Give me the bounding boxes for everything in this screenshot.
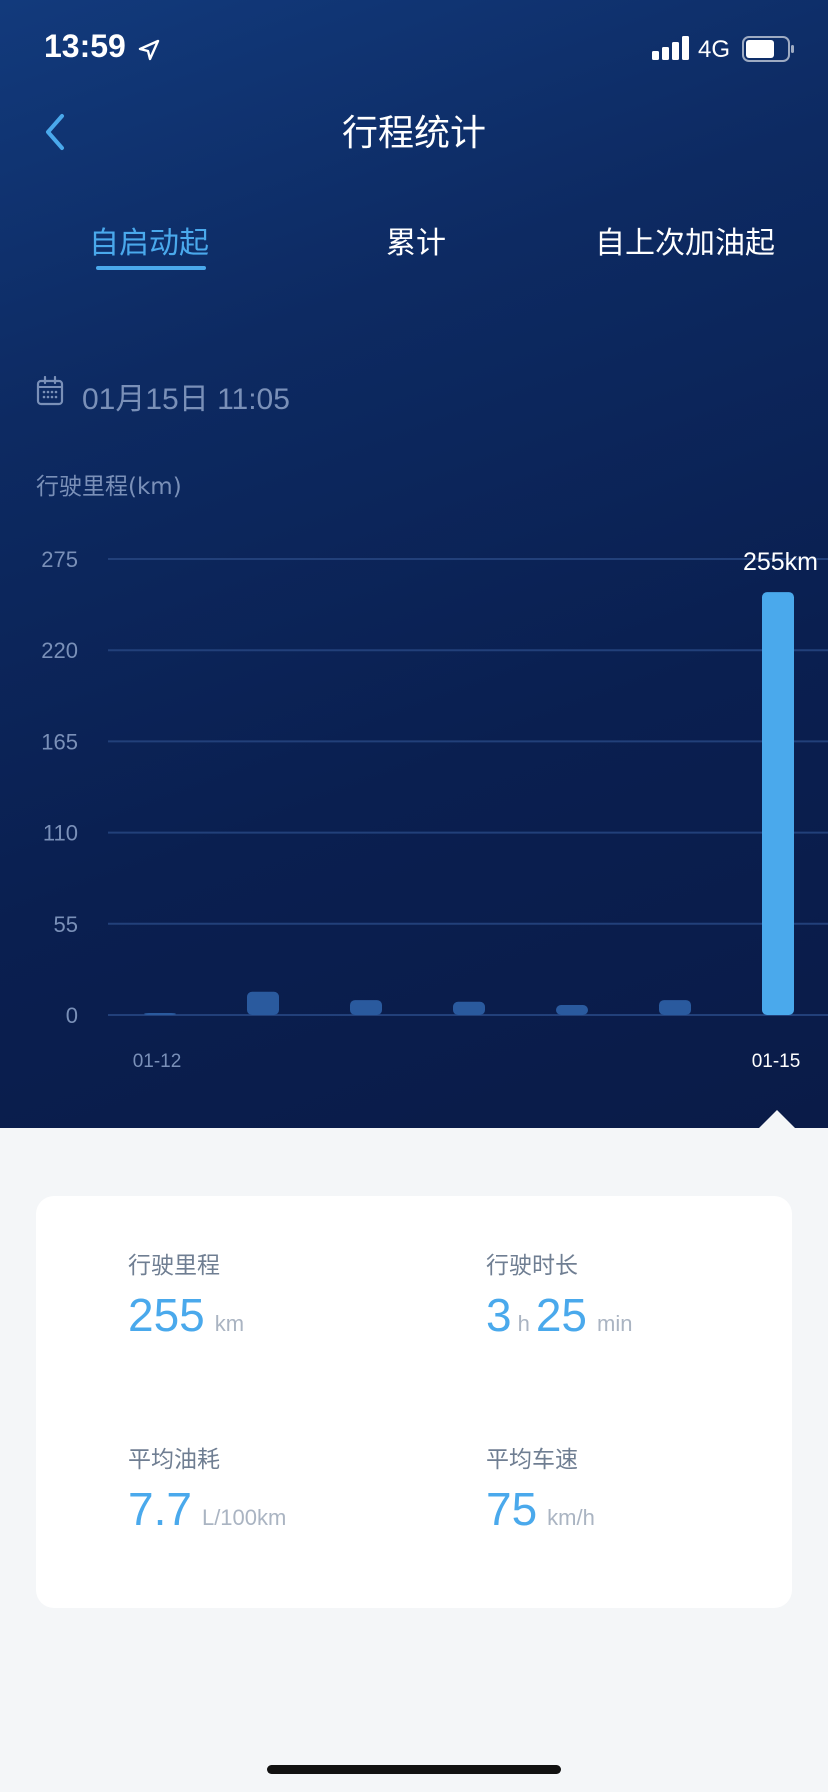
mileage-bar-chart: 0 55 110 165 220 275 01-12 01-15 255km — [41, 547, 828, 1072]
stat-unit: L/100km — [201, 1505, 287, 1530]
selection-pointer — [758, 1110, 796, 1129]
stat-unit: km — [214, 1311, 245, 1336]
stat-distance: 行驶里程 255 km — [128, 1246, 250, 1342]
status-time: 13:59 — [44, 28, 126, 64]
calendar-icon — [36, 376, 64, 406]
stat-value-hours: 3 — [486, 1289, 512, 1341]
tab-cumulative[interactable]: 累计 — [386, 218, 446, 262]
stat-unit: km/h — [547, 1505, 595, 1530]
bar[interactable] — [350, 1000, 382, 1015]
network-label: 4G — [698, 36, 731, 63]
trip-stats-card: 行驶里程 255 km 行驶时长 3 h 25 min 平均油耗 7.7 L/100km … — [36, 1196, 792, 1608]
stat-value-minutes: 25 — [535, 1289, 588, 1341]
stat-label: 行驶里程 — [128, 1253, 220, 1279]
bar[interactable] — [247, 991, 279, 1015]
page-title: 行程统计 — [341, 113, 486, 154]
stat-value: 7.7 — [128, 1483, 192, 1535]
stat-unit-minutes: min — [597, 1311, 633, 1336]
x-tick-label: 01-15 — [752, 1051, 801, 1072]
stat-fuel: 平均油耗 7.7 L/100km — [128, 1440, 292, 1536]
bar[interactable] — [659, 1000, 691, 1015]
tab-since-refuel[interactable]: 自上次加油起 — [595, 218, 775, 262]
bar[interactable] — [144, 1013, 176, 1015]
stat-label: 平均车速 — [486, 1447, 578, 1473]
battery-icon — [742, 36, 794, 62]
y-tick-label: 110 — [43, 821, 78, 846]
x-tick-label: 01-12 — [133, 1051, 182, 1072]
bar-value-label: 255km — [743, 548, 818, 576]
home-indicator[interactable] — [267, 1765, 561, 1774]
stat-label: 平均油耗 — [128, 1447, 220, 1473]
signal-icon — [652, 36, 689, 60]
stat-value: 255 — [128, 1289, 205, 1341]
bar[interactable] — [762, 592, 794, 1015]
stat-unit-hours: h — [517, 1311, 530, 1336]
stat-label: 行驶时长 — [486, 1253, 578, 1279]
stat-speed: 平均车速 75 km/h — [486, 1440, 601, 1536]
bar[interactable] — [556, 1005, 588, 1015]
y-tick-label: 55 — [54, 912, 78, 937]
bar[interactable] — [453, 1001, 485, 1015]
y-tick-label: 165 — [41, 729, 78, 754]
tab-since-start[interactable]: 自启动起 — [89, 218, 209, 262]
trip-date: 01月15日 11:05 — [82, 383, 290, 416]
tab-active-indicator — [96, 266, 206, 270]
chart-axis-label: 行驶里程(km) — [36, 474, 182, 500]
y-tick-label: 0 — [66, 1003, 78, 1028]
stat-duration: 行驶时长 3 h 25 min — [486, 1246, 638, 1342]
y-tick-label: 220 — [41, 638, 78, 663]
stat-value: 75 — [486, 1483, 538, 1535]
y-tick-label: 275 — [41, 547, 78, 572]
location-arrow-icon — [138, 39, 160, 61]
